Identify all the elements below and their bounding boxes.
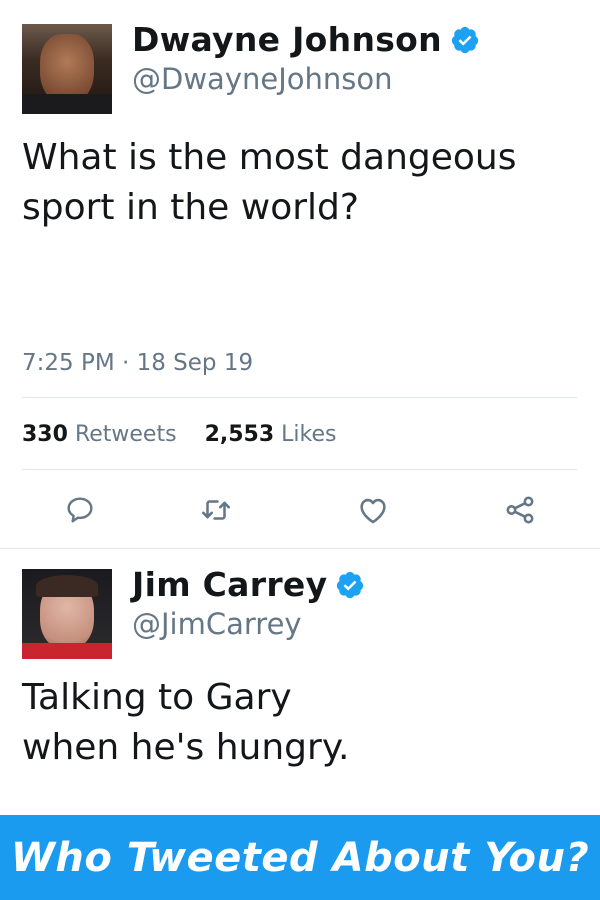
tweet-dwayne-johnson[interactable]: Dwayne Johnson @DwayneJohnson What is th… — [0, 0, 600, 550]
retweet-icon — [201, 500, 231, 520]
tweet-timestamp[interactable]: 7:25 PM · 18 Sep 19 — [22, 350, 253, 376]
retweets-count: 330 — [22, 422, 68, 447]
promo-banner[interactable]: Who Tweeted About You? — [0, 815, 600, 900]
avatar-hair — [36, 575, 98, 597]
divider — [22, 397, 577, 398]
avatar-shirt — [22, 94, 112, 114]
author-name[interactable]: Dwayne Johnson — [132, 20, 480, 59]
verified-badge-icon — [337, 571, 364, 598]
author-name[interactable]: Jim Carrey — [132, 565, 365, 604]
like-button[interactable] — [355, 492, 391, 528]
avatar[interactable] — [22, 569, 112, 659]
retweet-button[interactable] — [198, 492, 234, 528]
tweet-stats: 330 Retweets 2,553 Likes — [22, 422, 336, 447]
author-name-text: Jim Carrey — [132, 565, 328, 604]
tweet-text: Talking to Gary when he's hungry. — [22, 677, 350, 768]
banner-text: Who Tweeted About You? — [10, 834, 590, 881]
likes-label: Likes — [281, 422, 337, 447]
share-button[interactable] — [502, 492, 538, 528]
tweet-text: What is the most dangeous sport in the w… — [22, 137, 517, 228]
tweet-jim-carrey[interactable]: Jim Carrey @JimCarrey Talking to Gary wh… — [0, 545, 600, 815]
verified-badge-icon — [451, 26, 479, 53]
share-icon — [506, 496, 534, 524]
retweets-label: Retweets — [74, 422, 177, 447]
heart-icon — [360, 498, 386, 524]
author-handle[interactable]: @DwayneJohnson — [132, 62, 393, 96]
likes-stat[interactable]: 2,553 Likes — [205, 422, 337, 447]
divider — [22, 469, 577, 470]
avatar-shirt — [22, 643, 112, 659]
retweets-stat[interactable]: 330 Retweets — [22, 422, 177, 447]
reply-icon — [67, 497, 93, 523]
avatar[interactable] — [22, 24, 112, 114]
author-handle[interactable]: @JimCarrey — [132, 607, 302, 641]
author-name-text: Dwayne Johnson — [132, 20, 442, 59]
likes-count: 2,553 — [204, 422, 275, 447]
reply-button[interactable] — [62, 492, 98, 528]
